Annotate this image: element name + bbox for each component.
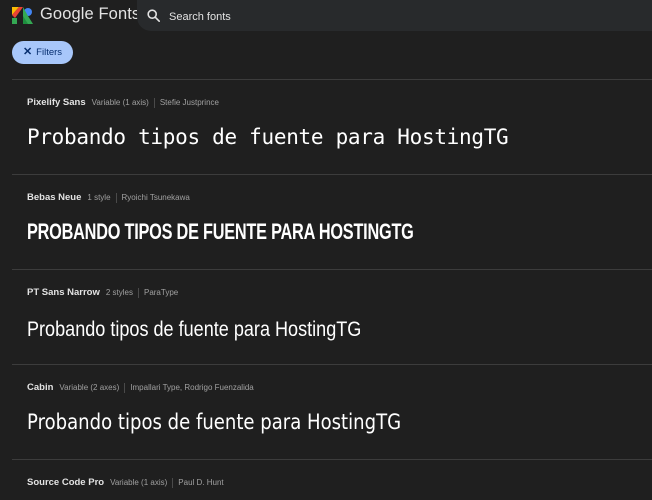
font-meta: Cabin Variable (2 axes) Impallari Type, … [27, 382, 254, 393]
divider [115, 192, 117, 203]
font-sample[interactable]: Probando tipos de fuente para HostingTG [27, 219, 414, 245]
font-name[interactable]: Pixelify Sans [27, 97, 86, 108]
font-sample[interactable]: Probando tipos de fuente para HostingTG [27, 318, 361, 342]
top-bar: Google Fonts [0, 0, 652, 33]
divider [137, 287, 139, 298]
search-bar[interactable] [137, 0, 652, 33]
font-name[interactable]: Cabin [27, 382, 53, 393]
font-row-pixelify-sans[interactable]: Pixelify Sans Variable (1 axis) Stefie J… [12, 79, 652, 174]
font-designer: Stefie Justprince [159, 98, 219, 107]
font-row-pt-sans-narrow[interactable]: PT Sans Narrow 2 styles ParaType Proband… [12, 269, 652, 364]
font-meta: Source Code Pro Variable (1 axis) Paul D… [27, 477, 224, 488]
font-meta: PT Sans Narrow 2 styles ParaType [27, 287, 178, 298]
divider [124, 382, 126, 393]
font-designer: Ryoichi Tsunekawa [121, 193, 190, 202]
font-row-source-code-pro[interactable]: Source Code Pro Variable (1 axis) Paul D… [12, 459, 652, 500]
font-styles: Variable (2 axes) [59, 383, 120, 392]
divider [172, 477, 174, 488]
font-row-bebas-neue[interactable]: Bebas Neue 1 style Ryoichi Tsunekawa Pro… [12, 174, 652, 269]
font-styles: Variable (1 axis) [91, 98, 149, 107]
divider [153, 97, 155, 108]
font-styles: Variable (1 axis) [110, 478, 168, 487]
filters-label: Filters [36, 47, 63, 58]
font-styles: 1 style [87, 193, 111, 202]
font-name[interactable]: Bebas Neue [27, 192, 81, 203]
search-icon [147, 9, 160, 22]
font-designer: ParaType [143, 288, 179, 297]
google-fonts-logo-icon[interactable] [12, 7, 33, 24]
font-row-cabin[interactable]: Cabin Variable (2 axes) Impallari Type, … [12, 364, 652, 459]
font-meta: Pixelify Sans Variable (1 axis) Stefie J… [27, 97, 219, 108]
font-sample[interactable]: Probando tipos de fuente para HostingTG [27, 410, 401, 434]
font-sample[interactable]: Probando tipos de fuente para HostingTG [27, 125, 509, 149]
font-designer: Impallari Type, Rodrigo Fuenzalida [130, 383, 254, 392]
app-title[interactable]: Google Fonts [40, 5, 140, 24]
font-name[interactable]: PT Sans Narrow [27, 287, 100, 298]
font-name[interactable]: Source Code Pro [27, 477, 104, 488]
font-styles: 2 styles [105, 288, 133, 297]
close-icon: ✕ [22, 46, 33, 58]
font-list: Pixelify Sans Variable (1 axis) Stefie J… [12, 79, 652, 500]
search-input[interactable] [167, 0, 641, 33]
font-meta: Bebas Neue 1 style Ryoichi Tsunekawa [27, 192, 190, 203]
font-designer: Paul D. Hunt [178, 478, 224, 487]
filters-button[interactable]: ✕ Filters [12, 41, 73, 64]
